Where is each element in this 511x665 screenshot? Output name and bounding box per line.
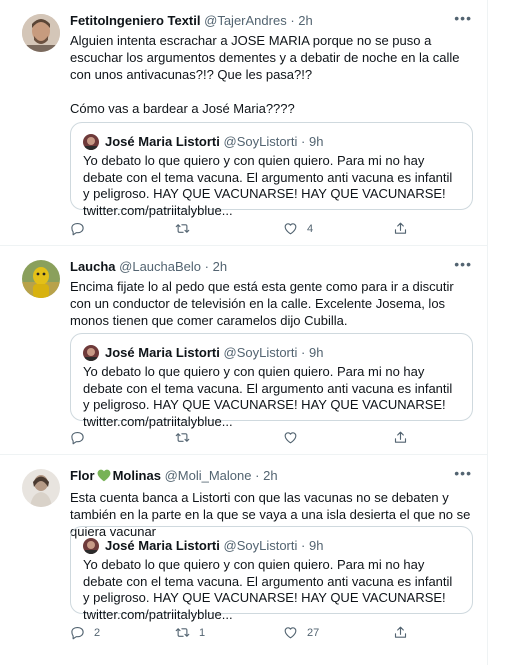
tweet[interactable]: FetitoIngeniero Textil @TajerAndres · 2h… bbox=[0, 0, 488, 246]
retweet-button[interactable] bbox=[175, 221, 199, 236]
quoted-header: José Maria Listorti @SoyListorti · 9h bbox=[83, 344, 460, 361]
quoted-handle: @SoyListorti bbox=[223, 345, 298, 360]
like-button[interactable]: 27 bbox=[283, 625, 319, 640]
share-icon bbox=[394, 626, 407, 638]
timestamp[interactable]: 2h bbox=[263, 468, 277, 483]
quoted-time: 9h bbox=[308, 134, 324, 149]
like-button[interactable]: 4 bbox=[283, 221, 313, 236]
timestamp[interactable]: 2h bbox=[298, 13, 312, 28]
quoted-tweet[interactable]: José Maria Listorti @SoyListorti · 9h Yo… bbox=[70, 122, 473, 218]
tweet-text: Alguien intenta escrachar a JOSE MARIA p… bbox=[70, 33, 460, 116]
avatar[interactable] bbox=[22, 260, 60, 298]
tweet-header: FetitoIngeniero Textil @TajerAndres · 2h bbox=[70, 12, 474, 30]
avatar-photo bbox=[22, 469, 60, 507]
reply-count: 2 bbox=[94, 626, 101, 639]
retweet-icon bbox=[175, 224, 190, 233]
avatar-photo bbox=[22, 14, 60, 52]
quoted-avatar bbox=[83, 344, 99, 361]
quoted-text: Yo debato lo que quiero y con quien quie… bbox=[83, 153, 453, 218]
separator: · bbox=[301, 538, 306, 553]
avatar-photo bbox=[22, 260, 60, 298]
avatar-photo bbox=[83, 344, 99, 361]
retweet-icon bbox=[175, 628, 190, 637]
avatar-photo bbox=[83, 133, 99, 150]
share-button[interactable] bbox=[393, 221, 408, 236]
display-name[interactable]: Laucha bbox=[70, 259, 116, 274]
retweet-icon bbox=[175, 433, 190, 442]
tweet-body: FetitoIngeniero Textil @TajerAndres · 2h… bbox=[70, 12, 474, 117]
reply-icon bbox=[71, 431, 84, 445]
separator: · bbox=[204, 259, 209, 274]
quoted-header: José Maria Listorti @SoyListorti · 9h bbox=[83, 537, 460, 554]
avatar[interactable] bbox=[22, 469, 60, 507]
share-button[interactable] bbox=[393, 430, 408, 445]
quoted-text: Yo debato lo que quiero y con quien quie… bbox=[83, 557, 453, 622]
display-name-last: Molinas bbox=[112, 468, 161, 483]
like-button[interactable] bbox=[283, 430, 307, 445]
reply-icon bbox=[71, 626, 84, 640]
quoted-tweet[interactable]: José Maria Listorti @SoyListorti · 9h Yo… bbox=[70, 526, 473, 622]
avatar[interactable] bbox=[22, 14, 60, 52]
tweet-header: Laucha @LauchaBelo · 2h bbox=[70, 258, 474, 276]
reply-button[interactable]: 2 bbox=[70, 625, 100, 640]
quoted-time: 9h bbox=[308, 345, 324, 360]
heart-icon bbox=[284, 432, 297, 444]
more-options-icon[interactable]: ••• bbox=[454, 257, 472, 271]
quoted-tweet[interactable]: José Maria Listorti @SoyListorti · 9h Yo… bbox=[70, 333, 473, 429]
action-bar: 2 1 27 bbox=[70, 625, 410, 643]
action-bar: 4 bbox=[70, 221, 410, 239]
handle[interactable]: @TajerAndres bbox=[204, 13, 287, 28]
tweet[interactable]: Flor Molinas @Moli_Malone · 2h Esta cuent… bbox=[0, 455, 488, 665]
quoted-time: 9h bbox=[308, 538, 324, 553]
more-options-icon[interactable]: ••• bbox=[454, 11, 472, 25]
timestamp[interactable]: 2h bbox=[213, 259, 227, 274]
quoted-text: Yo debato lo que quiero y con quien quie… bbox=[83, 364, 453, 429]
avatar-photo bbox=[83, 537, 99, 554]
separator: · bbox=[301, 134, 306, 149]
quoted-handle: @SoyListorti bbox=[223, 538, 298, 553]
more-options-icon[interactable]: ••• bbox=[454, 466, 472, 480]
retweet-button[interactable] bbox=[175, 430, 199, 445]
quoted-name: José Maria Listorti bbox=[105, 134, 220, 149]
quoted-handle: @SoyListorti bbox=[223, 134, 298, 149]
like-count: 4 bbox=[307, 222, 314, 235]
quoted-name: José Maria Listorti bbox=[105, 538, 220, 553]
reply-button[interactable] bbox=[70, 430, 94, 445]
like-count: 27 bbox=[307, 626, 320, 639]
tweet[interactable]: Laucha @LauchaBelo · 2h Encima fijate lo… bbox=[0, 246, 488, 455]
green-heart-icon bbox=[97, 469, 111, 487]
quoted-avatar bbox=[83, 133, 99, 150]
reply-icon bbox=[71, 222, 84, 236]
display-name-first: Flor bbox=[70, 468, 95, 483]
tweet-body: Laucha @LauchaBelo · 2h Encima fijate lo… bbox=[70, 258, 474, 329]
heart-icon bbox=[284, 223, 297, 235]
quoted-avatar bbox=[83, 537, 99, 554]
share-button[interactable] bbox=[393, 625, 408, 640]
quoted-header: José Maria Listorti @SoyListorti · 9h bbox=[83, 133, 460, 150]
separator: · bbox=[301, 345, 306, 360]
retweet-button[interactable]: 1 bbox=[175, 625, 205, 640]
display-name[interactable]: FetitoIngeniero Textil bbox=[70, 13, 201, 28]
handle[interactable]: @Moli_Malone bbox=[165, 468, 252, 483]
separator: · bbox=[290, 13, 295, 28]
timeline: FetitoIngeniero Textil @TajerAndres · 2h… bbox=[0, 0, 488, 665]
reply-button[interactable] bbox=[70, 221, 94, 236]
share-icon bbox=[394, 431, 407, 443]
handle[interactable]: @LauchaBelo bbox=[119, 259, 201, 274]
display-name[interactable]: Flor Molinas bbox=[70, 468, 161, 483]
tweet-text: Encima fijate lo al pedo que está esta g… bbox=[70, 279, 458, 328]
share-icon bbox=[394, 222, 407, 234]
heart-icon bbox=[284, 627, 297, 639]
quoted-name: José Maria Listorti bbox=[105, 345, 220, 360]
action-bar bbox=[70, 430, 410, 448]
tweet-header: Flor Molinas @Moli_Malone · 2h bbox=[70, 467, 474, 487]
separator: · bbox=[255, 468, 260, 483]
retweet-count: 1 bbox=[199, 626, 206, 639]
